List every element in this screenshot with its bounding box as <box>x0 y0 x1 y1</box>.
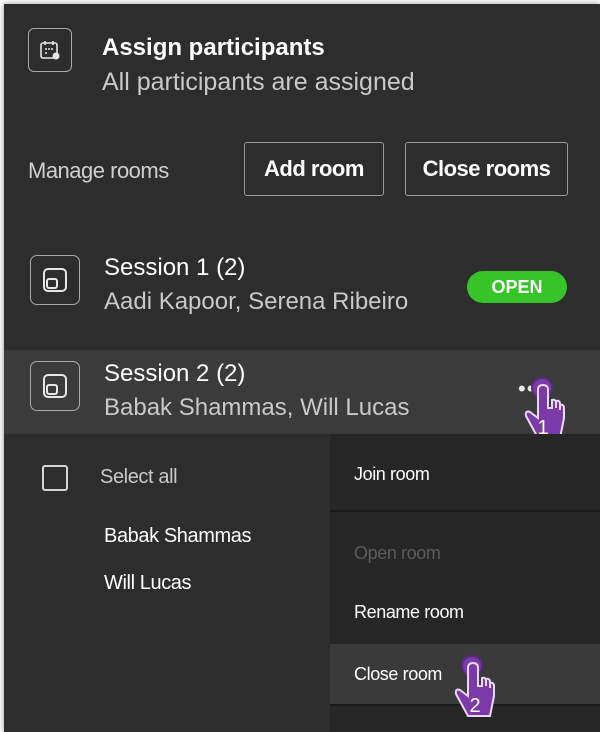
menu-item-label: Open room <box>354 543 441 563</box>
session-2-members: Babak Shammas, Will Lucas <box>104 394 410 421</box>
menu-divider <box>330 510 600 512</box>
assign-participants-title[interactable]: Assign participants <box>102 34 325 62</box>
session-1-title[interactable]: Session 1 (2) <box>104 254 245 282</box>
session-1-members: Aadi Kapoor, Serena Ribeiro <box>104 288 409 315</box>
participant-name[interactable]: Will Lucas <box>104 572 192 595</box>
status-badge: OPEN <box>467 271 567 303</box>
room-icon <box>30 255 80 305</box>
step-2-label: 2 <box>469 695 480 717</box>
assign-status-text: All participants are assigned <box>102 68 415 96</box>
breakout-rooms-panel: Assign participants All participants are… <box>4 4 600 732</box>
manage-rooms-label: Manage rooms <box>28 158 169 183</box>
room-icon <box>30 361 80 411</box>
select-all-checkbox[interactable] <box>42 465 68 491</box>
menu-item-label: Close room <box>354 664 443 684</box>
pointer-hand-icon: 2 <box>452 654 506 732</box>
participant-name[interactable]: Babak Shammas <box>104 525 252 548</box>
close-rooms-button[interactable]: Close rooms <box>405 142 568 196</box>
menu-item-rename-room[interactable]: Rename room <box>330 586 600 638</box>
select-all-label[interactable]: Select all <box>100 466 178 489</box>
menu-item-join-room[interactable]: Join room <box>330 448 600 500</box>
menu-item-label: Join room <box>354 464 430 484</box>
menu-item-open-room: Open room <box>330 527 600 579</box>
calendar-assign-icon[interactable] <box>28 28 72 72</box>
add-room-button[interactable]: Add room <box>244 142 384 196</box>
menu-item-label: Rename room <box>354 602 464 622</box>
session-2-title[interactable]: Session 2 (2) <box>104 360 245 388</box>
